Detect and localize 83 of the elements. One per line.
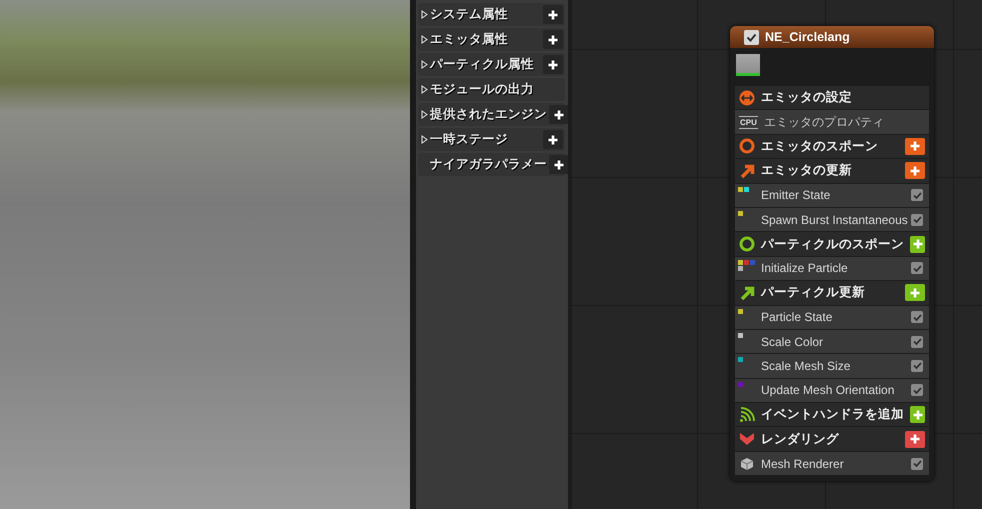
module-row[interactable]: Emitter State [735, 184, 929, 207]
stage-label: パーティクル更新 [761, 284, 866, 302]
module-row[interactable]: Mesh Renderer [735, 452, 929, 476]
stage-row[interactable]: エミッタのスポーン [735, 134, 929, 158]
module-label: Initialize Particle [761, 260, 849, 278]
category-row[interactable]: エミッタ属性 [418, 28, 565, 51]
category-label: エミッタ属性 [430, 31, 509, 48]
module-label: Scale Color [761, 334, 824, 351]
cpu-badge: CPU [739, 116, 758, 129]
add-button[interactable] [549, 105, 569, 124]
module-row[interactable]: Spawn Burst Instantaneous [735, 208, 929, 232]
plus-icon [909, 140, 921, 152]
module-row[interactable]: Scale Color [735, 330, 929, 354]
stage-row[interactable]: イベントハンドラを追加 [735, 403, 929, 426]
add-button[interactable] [905, 138, 925, 155]
stage-row[interactable]: パーティクル更新 [735, 281, 929, 305]
module-row[interactable]: Initialize Particle [735, 256, 929, 280]
add-button[interactable] [905, 162, 925, 180]
add-button[interactable] [910, 236, 925, 253]
category-row[interactable]: モジュールの出力 [418, 78, 565, 101]
property-label: エミッタのプロパティ [764, 114, 885, 132]
add-button[interactable] [905, 284, 925, 302]
module-label: Scale Mesh Size [761, 358, 852, 375]
module-checkbox[interactable] [911, 262, 923, 274]
plus-icon [909, 286, 921, 299]
stage-label: エミッタの設定 [761, 89, 853, 106]
node-title: NE_Circlelang [765, 28, 850, 46]
preview-thumbnail [736, 54, 760, 76]
module-checkbox[interactable] [911, 458, 923, 470]
module-label: Mesh Renderer [761, 456, 845, 473]
add-button[interactable] [910, 406, 925, 424]
plus-icon [547, 134, 559, 146]
module-checkbox[interactable] [911, 311, 923, 324]
module-row[interactable]: Scale Mesh Size [735, 354, 929, 378]
module-checkbox[interactable] [911, 214, 923, 226]
category-label: ナイアガラパラメー [430, 156, 547, 174]
add-button[interactable] [549, 155, 569, 174]
plus-icon [912, 408, 924, 421]
module-label: Particle State [761, 309, 834, 326]
category-row[interactable]: ナイアガラパラメー [418, 153, 565, 176]
stage-label: エミッタのスポーン [761, 138, 879, 156]
module-checkbox[interactable] [911, 336, 923, 348]
stage-row[interactable]: エミッタの設定 [735, 86, 929, 110]
add-button[interactable] [905, 430, 925, 448]
plus-icon [547, 8, 559, 20]
module-row[interactable]: Update Mesh Orientation [735, 378, 929, 402]
stage-row[interactable]: エミッタの更新 [735, 159, 929, 183]
stage-label: パーティクルのスポーン [761, 236, 904, 253]
module-checkbox[interactable] [911, 189, 923, 202]
property-row[interactable]: CPU エミッタのプロパティ [735, 110, 929, 134]
add-button[interactable] [543, 130, 563, 149]
category-row[interactable]: システム属性 [418, 3, 565, 26]
module-label: Emitter State [761, 187, 832, 204]
module-row[interactable]: Particle State [735, 306, 929, 329]
stage-label: イベントハンドラを追加 [761, 406, 904, 424]
module-checkbox[interactable] [911, 360, 923, 372]
stage-row[interactable]: レンダリング [735, 427, 929, 451]
plus-icon [912, 238, 924, 250]
cube-icon [740, 456, 754, 471]
plus-icon [553, 108, 565, 120]
plus-icon [553, 158, 565, 170]
category-label: パーティクル属性 [430, 56, 535, 74]
add-button[interactable] [543, 55, 563, 74]
category-label: 一時ステージ [430, 131, 509, 148]
category-row[interactable]: パーティクル属性 [418, 53, 565, 76]
category-label: モジュールの出力 [430, 81, 535, 98]
add-button[interactable] [543, 5, 563, 24]
module-label: Update Mesh Orientation [761, 382, 896, 400]
add-button[interactable] [543, 30, 563, 49]
plus-icon [547, 34, 559, 46]
stage-label: レンダリング [761, 430, 840, 448]
plus-icon [909, 164, 921, 177]
stage-label: エミッタの更新 [761, 162, 853, 180]
category-row[interactable]: 提供されたエンジン [418, 103, 565, 126]
plus-icon [909, 433, 921, 446]
stage-row[interactable]: パーティクルのスポーン [735, 232, 929, 256]
module-label: Spawn Burst Instantaneous [761, 212, 909, 229]
category-label: システム属性 [430, 6, 509, 24]
category-row[interactable]: 一時ステージ [418, 128, 565, 151]
plus-icon [547, 58, 559, 70]
enable-checkbox[interactable] [744, 30, 759, 44]
module-checkbox[interactable] [911, 384, 923, 396]
category-label: 提供されたエンジン [430, 106, 547, 124]
